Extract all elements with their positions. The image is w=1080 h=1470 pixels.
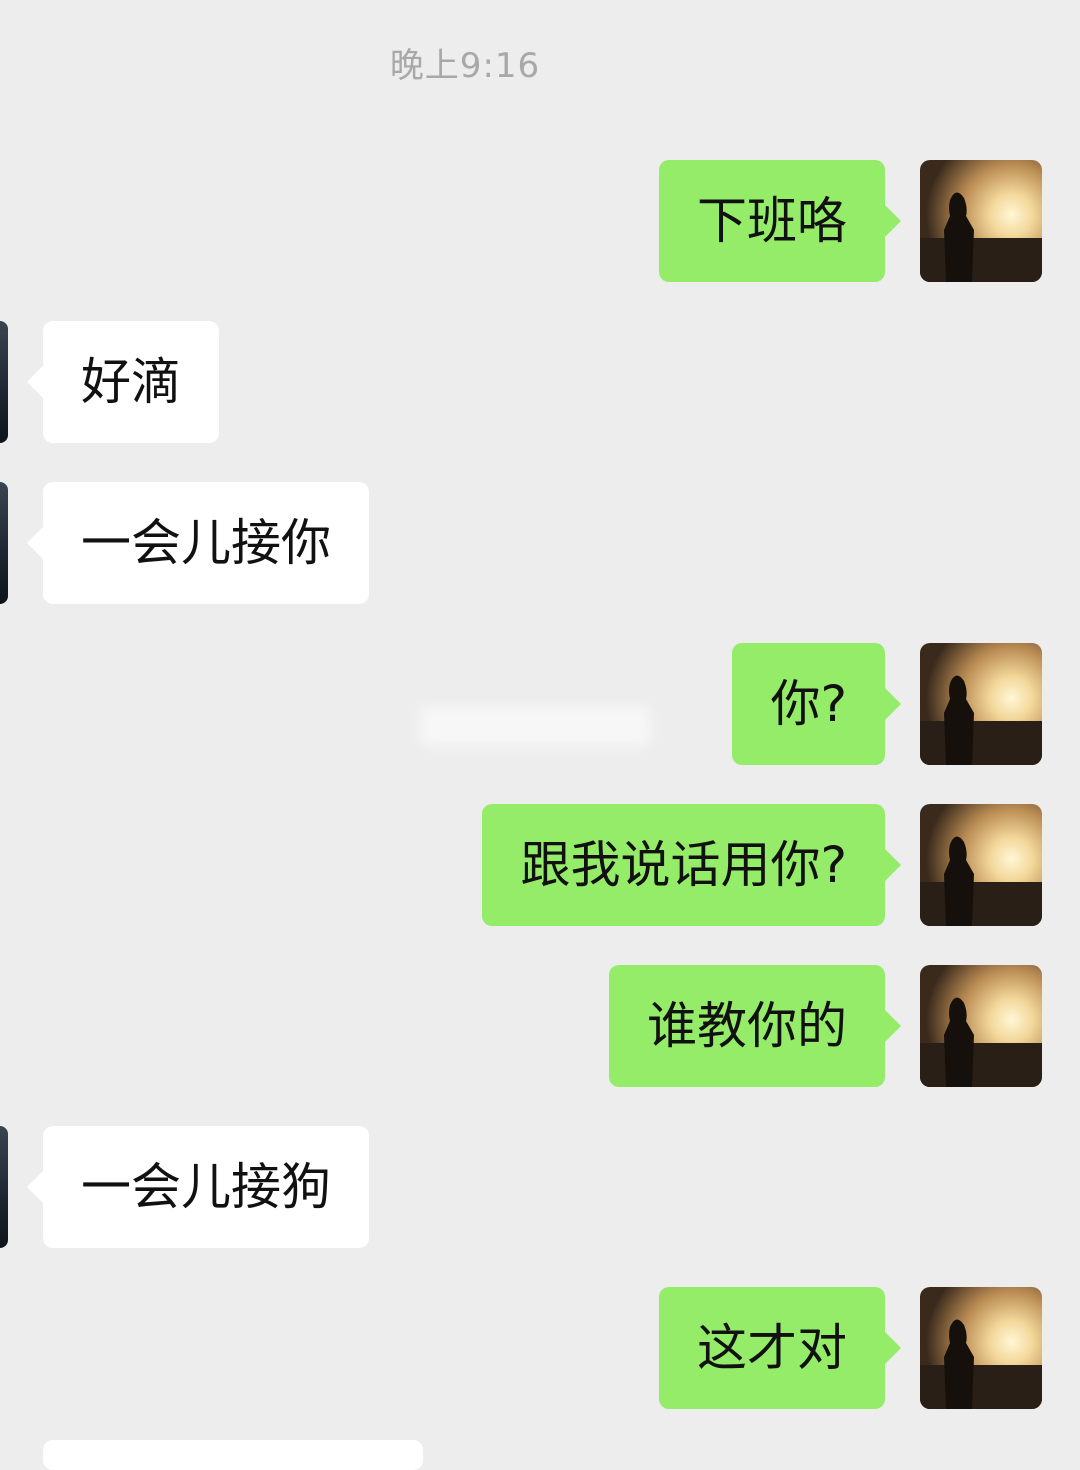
outgoing-message-bubble[interactable]: 这才对 — [659, 1287, 901, 1409]
message-row: 好滴 — [0, 321, 1080, 443]
self-avatar[interactable] — [920, 643, 1042, 765]
outgoing-message-bubble[interactable]: 下班咯 — [659, 160, 901, 282]
message-row: 一会儿接你 — [0, 482, 1080, 604]
self-avatar[interactable] — [920, 965, 1042, 1087]
outgoing-message-bubble[interactable]: 谁教你的 — [609, 965, 901, 1087]
incoming-message-bubble[interactable]: 一会儿接狗 — [27, 1126, 369, 1248]
self-avatar[interactable] — [920, 1287, 1042, 1409]
peer-avatar[interactable] — [0, 1126, 8, 1248]
incoming-message-bubble-partial[interactable] — [43, 1440, 423, 1470]
message-row: 你? — [0, 643, 1080, 765]
incoming-message-bubble[interactable]: 一会儿接你 — [27, 482, 369, 604]
peer-avatar[interactable] — [0, 321, 8, 443]
message-row: 下班咯 — [0, 160, 1080, 282]
incoming-message-bubble[interactable]: 好滴 — [27, 321, 219, 443]
message-row: 跟我说话用你? — [0, 804, 1080, 926]
message-row: 一会儿接狗 — [0, 1126, 1080, 1248]
chat-timestamp: 晚上9:16 — [389, 46, 541, 86]
message-row: 谁教你的 — [0, 965, 1080, 1087]
self-avatar[interactable] — [920, 804, 1042, 926]
watermark-blur — [420, 706, 650, 746]
peer-avatar[interactable] — [0, 482, 8, 604]
message-row: 这才对 — [0, 1287, 1080, 1409]
self-avatar[interactable] — [920, 160, 1042, 282]
outgoing-message-bubble[interactable]: 你? — [732, 643, 901, 765]
outgoing-message-bubble[interactable]: 跟我说话用你? — [482, 804, 901, 926]
